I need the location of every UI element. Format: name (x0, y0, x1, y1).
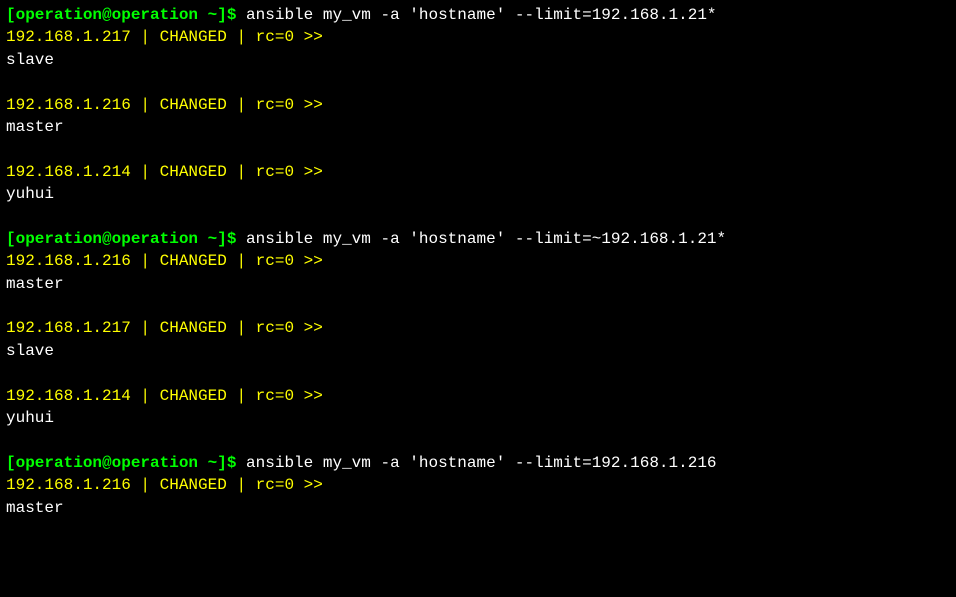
blank-line (6, 206, 950, 228)
result-status: 192.168.1.216 | CHANGED | rc=0 >> (6, 474, 950, 496)
result-status: 192.168.1.216 | CHANGED | rc=0 >> (6, 94, 950, 116)
result-hostname: slave (6, 49, 950, 71)
command-line: [operation@operation ~]$ ansible my_vm -… (6, 452, 950, 474)
command-text: ansible my_vm -a 'hostname' --limit=192.… (246, 6, 716, 24)
result-hostname: master (6, 497, 950, 519)
blank-line (6, 71, 950, 93)
result-status: 192.168.1.216 | CHANGED | rc=0 >> (6, 250, 950, 272)
result-hostname: yuhui (6, 407, 950, 429)
shell-prompt: [operation@operation ~]$ (6, 230, 246, 248)
terminal-output[interactable]: [operation@operation ~]$ ansible my_vm -… (6, 4, 950, 519)
blank-line (6, 138, 950, 160)
command-text: ansible my_vm -a 'hostname' --limit=192.… (246, 454, 716, 472)
result-hostname: yuhui (6, 183, 950, 205)
blank-line (6, 429, 950, 451)
shell-prompt: [operation@operation ~]$ (6, 454, 246, 472)
result-status: 192.168.1.217 | CHANGED | rc=0 >> (6, 317, 950, 339)
command-line: [operation@operation ~]$ ansible my_vm -… (6, 4, 950, 26)
result-hostname: slave (6, 340, 950, 362)
command-line: [operation@operation ~]$ ansible my_vm -… (6, 228, 950, 250)
result-hostname: master (6, 273, 950, 295)
result-hostname: master (6, 116, 950, 138)
shell-prompt: [operation@operation ~]$ (6, 6, 246, 24)
blank-line (6, 362, 950, 384)
result-status: 192.168.1.214 | CHANGED | rc=0 >> (6, 161, 950, 183)
result-status: 192.168.1.217 | CHANGED | rc=0 >> (6, 26, 950, 48)
result-status: 192.168.1.214 | CHANGED | rc=0 >> (6, 385, 950, 407)
blank-line (6, 295, 950, 317)
command-text: ansible my_vm -a 'hostname' --limit=~192… (246, 230, 726, 248)
